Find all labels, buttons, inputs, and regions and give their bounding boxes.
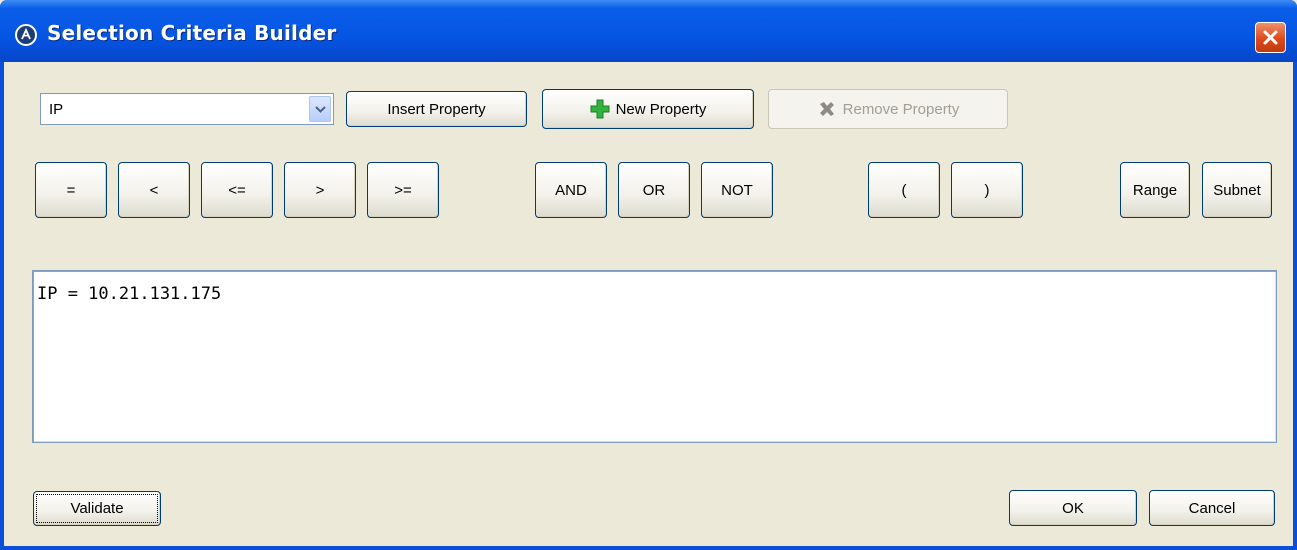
validate-button[interactable]: Validate: [33, 491, 161, 526]
less-or-equal-label: <=: [228, 181, 246, 199]
not-label: NOT: [721, 181, 753, 199]
open-paren-label: (: [901, 181, 907, 199]
remove-property-label: Remove Property: [842, 100, 960, 118]
x-icon: [817, 99, 837, 119]
circle-a-icon: [15, 24, 37, 46]
subnet-label: Subnet: [1213, 181, 1261, 199]
new-property-button[interactable]: New Property: [542, 89, 754, 129]
cancel-label: Cancel: [1188, 499, 1236, 517]
greater-or-equal-label: >=: [394, 181, 412, 199]
less-than-label: <: [149, 181, 159, 199]
dropdown-button[interactable]: [309, 96, 331, 122]
window-title: Selection Criteria Builder: [47, 21, 337, 45]
dialog-body: IP Insert Property New Property Remove P…: [4, 62, 1293, 546]
close-icon: [1263, 30, 1278, 45]
title-bar[interactable]: Selection Criteria Builder: [0, 0, 1297, 62]
ok-label: OK: [1062, 499, 1084, 517]
plus-icon: [590, 99, 610, 119]
selection-criteria-builder-dialog: Selection Criteria Builder IP Insert Pro…: [0, 0, 1297, 550]
or-label: OR: [642, 181, 666, 199]
property-select-value: IP: [49, 101, 64, 118]
open-paren-button[interactable]: (: [868, 162, 940, 218]
less-than-button[interactable]: <: [118, 162, 190, 218]
range-button[interactable]: Range: [1120, 162, 1190, 218]
property-select[interactable]: IP: [40, 93, 334, 125]
new-property-label: New Property: [615, 100, 707, 118]
or-button[interactable]: OR: [618, 162, 690, 218]
criteria-expression-editor[interactable]: IP = 10.21.131.175: [32, 270, 1277, 443]
range-label: Range: [1132, 181, 1178, 199]
and-button[interactable]: AND: [535, 162, 607, 218]
insert-property-button[interactable]: Insert Property: [346, 91, 527, 127]
ok-button[interactable]: OK: [1009, 490, 1137, 526]
cancel-button[interactable]: Cancel: [1149, 490, 1275, 526]
chevron-down-icon: [315, 106, 326, 113]
close-button[interactable]: [1255, 22, 1286, 53]
subnet-button[interactable]: Subnet: [1202, 162, 1272, 218]
greater-or-equal-button[interactable]: >=: [367, 162, 439, 218]
remove-property-button[interactable]: Remove Property: [768, 89, 1008, 129]
greater-than-button[interactable]: >: [284, 162, 356, 218]
equals-button[interactable]: =: [35, 162, 107, 218]
window-frame-bottom: [0, 546, 1297, 550]
equals-label: =: [66, 181, 76, 199]
not-button[interactable]: NOT: [701, 162, 773, 218]
close-paren-label: ): [984, 181, 990, 199]
validate-label: Validate: [70, 500, 124, 517]
insert-property-label: Insert Property: [387, 100, 486, 118]
less-or-equal-button[interactable]: <=: [201, 162, 273, 218]
criteria-expression-text: IP = 10.21.131.175: [37, 284, 222, 304]
greater-than-label: >: [315, 181, 325, 199]
and-label: AND: [555, 181, 587, 199]
close-paren-button[interactable]: ): [951, 162, 1023, 218]
